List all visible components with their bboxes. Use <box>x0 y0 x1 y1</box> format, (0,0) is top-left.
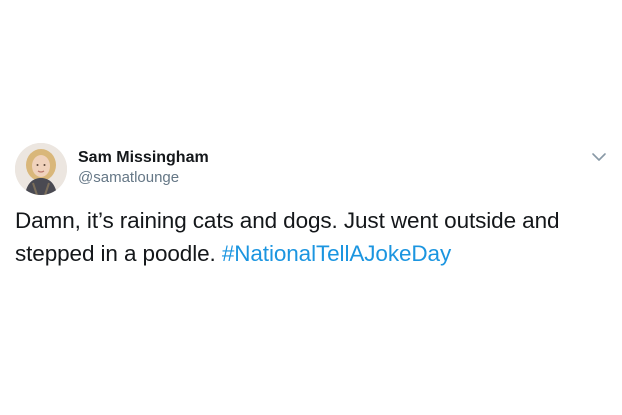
hashtag-link[interactable]: #NationalTellAJokeDay <box>222 241 451 266</box>
tweet-menu-button[interactable] <box>590 150 608 164</box>
tweet-card: Sam Missingham @samatlounge Damn, it’s r… <box>0 0 622 415</box>
tweet-author[interactable]: Sam Missingham @samatlounge <box>78 148 209 188</box>
user-avatar-photo-icon <box>15 143 67 195</box>
avatar[interactable] <box>15 143 67 195</box>
author-display-name[interactable]: Sam Missingham <box>78 148 209 168</box>
chevron-down-icon <box>592 153 606 161</box>
tweet-text: Damn, it’s raining cats and dogs. Just w… <box>15 204 607 270</box>
author-handle[interactable]: @samatlounge <box>78 168 209 188</box>
